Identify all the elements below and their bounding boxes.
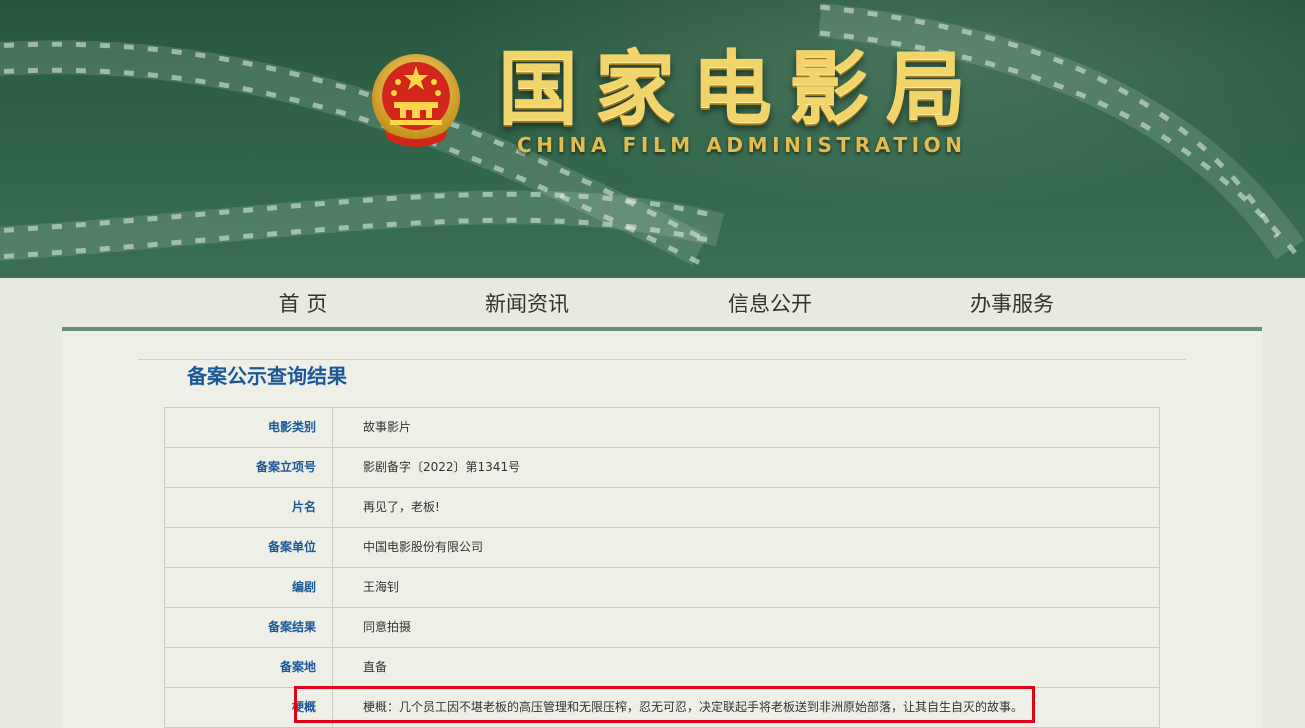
site-title-cn: 国家电影局 xyxy=(498,42,983,135)
table-row: 备案立项号 影剧备字〔2022〕第1341号 xyxy=(164,448,1160,488)
table-row: 片名 再见了，老板! xyxy=(164,488,1160,528)
row-value: 同意拍摄 xyxy=(363,620,412,634)
header-banner: 国家电影局 CHINA FILM ADMINISTRATION xyxy=(0,0,1305,278)
row-value: 影剧备字〔2022〕第1341号 xyxy=(363,460,521,474)
row-label: 备案地 xyxy=(165,648,333,687)
nav-item-news[interactable]: 新闻资讯 xyxy=(447,288,607,320)
title-rule xyxy=(138,359,1186,360)
nav-item-services[interactable]: 办事服务 xyxy=(932,288,1092,320)
row-label: 备案立项号 xyxy=(165,448,333,487)
row-value: 再见了，老板! xyxy=(363,500,440,514)
row-value: 直备 xyxy=(363,660,388,674)
main-nav: 首 页 新闻资讯 信息公开 办事服务 xyxy=(0,278,1305,330)
table-row: 电影类别 故事影片 xyxy=(164,408,1160,448)
row-label: 备案单位 xyxy=(165,528,333,567)
nav-item-home[interactable]: 首 页 xyxy=(223,288,383,320)
table-row: 备案单位 中国电影股份有限公司 xyxy=(164,528,1160,568)
row-value: 中国电影股份有限公司 xyxy=(363,540,484,554)
row-value: 故事影片 xyxy=(363,420,412,434)
row-value: 王海钊 xyxy=(363,580,400,594)
site-title-en: CHINA FILM ADMINISTRATION xyxy=(517,133,967,157)
row-label: 备案结果 xyxy=(165,608,333,647)
nav-item-info[interactable]: 信息公开 xyxy=(690,288,850,320)
record-table: 电影类别 故事影片 备案立项号 影剧备字〔2022〕第1341号 片名 再见了，… xyxy=(164,407,1160,728)
row-label: 电影类别 xyxy=(165,408,333,447)
synopsis-highlight-box xyxy=(294,686,1035,723)
national-emblem-icon xyxy=(372,54,460,147)
row-label: 片名 xyxy=(165,488,333,527)
page-title: 备案公示查询结果 xyxy=(187,364,347,388)
table-row: 编剧 王海钊 xyxy=(164,568,1160,608)
table-row: 备案结果 同意拍摄 xyxy=(164,608,1160,648)
table-row: 备案地 直备 xyxy=(164,648,1160,688)
row-label: 编剧 xyxy=(165,568,333,607)
